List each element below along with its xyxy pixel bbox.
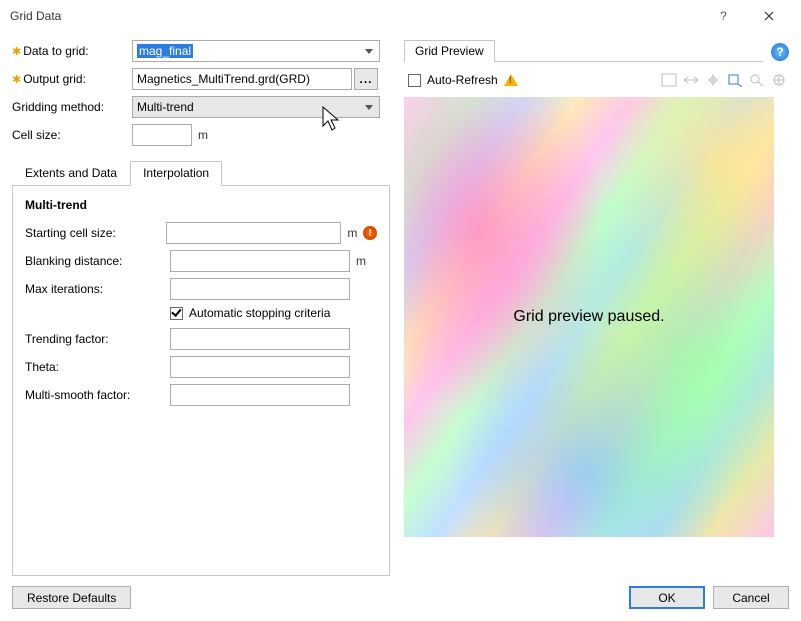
- auto-stop-label: Automatic stopping criteria: [189, 306, 330, 320]
- label-text: Output grid:: [23, 72, 86, 86]
- auto-stop-checkbox[interactable]: [170, 307, 183, 320]
- blanking-input[interactable]: [170, 250, 350, 272]
- starting-cell-label: Starting cell size:: [25, 226, 166, 240]
- close-icon: [764, 11, 774, 21]
- required-star-icon: ✱: [12, 73, 21, 86]
- unit-label: m: [356, 254, 366, 268]
- gridding-method-select[interactable]: Multi-trend: [132, 96, 380, 118]
- select-value: mag_final: [137, 44, 193, 58]
- grid-preview-tab[interactable]: Grid Preview: [404, 40, 495, 63]
- data-to-grid-label: ✱ Data to grid:: [12, 44, 132, 58]
- auto-refresh-label: Auto-Refresh: [427, 73, 498, 87]
- theta-label: Theta:: [25, 360, 170, 374]
- zoom-box-icon[interactable]: [725, 71, 745, 89]
- interpolation-panel: Multi-trend Starting cell size: m ! Blan…: [12, 186, 390, 576]
- max-iter-label: Max iterations:: [25, 282, 170, 296]
- auto-refresh-checkbox[interactable]: [408, 74, 421, 87]
- section-title: Multi-trend: [25, 198, 377, 212]
- label-text: Gridding method:: [12, 100, 104, 114]
- chevron-down-icon: [365, 49, 373, 54]
- divider: [495, 61, 763, 62]
- cancel-button[interactable]: Cancel: [713, 586, 789, 609]
- gridding-method-label: Gridding method:: [12, 100, 132, 114]
- smooth-label: Multi-smooth factor:: [25, 388, 170, 402]
- titlebar: Grid Data ?: [0, 0, 801, 32]
- browse-label: ...: [359, 72, 372, 86]
- pan-icon[interactable]: [703, 71, 723, 89]
- required-star-icon: ✱: [12, 45, 21, 58]
- globe-icon[interactable]: [769, 71, 789, 89]
- tab-strip: Extents and Data Interpolation: [12, 160, 390, 186]
- data-to-grid-select[interactable]: mag_final: [132, 40, 380, 62]
- window-title: Grid Data: [10, 9, 701, 23]
- unit-label: m: [198, 128, 208, 142]
- help-button[interactable]: ?: [701, 1, 746, 31]
- extent-full-icon[interactable]: [659, 71, 679, 89]
- max-iter-input[interactable]: [170, 278, 350, 300]
- tab-interpolation[interactable]: Interpolation: [130, 161, 222, 186]
- trending-label: Trending factor:: [25, 332, 170, 346]
- chevron-down-icon: [365, 105, 373, 110]
- label-text: Data to grid:: [23, 44, 88, 58]
- error-icon: !: [363, 226, 377, 240]
- close-button[interactable]: [746, 1, 791, 31]
- theta-input[interactable]: [170, 356, 350, 378]
- starting-cell-input[interactable]: [166, 222, 341, 244]
- blanking-label: Blanking distance:: [25, 254, 170, 268]
- output-grid-label: ✱ Output grid:: [12, 72, 132, 86]
- grid-preview-image: Grid preview paused.: [404, 97, 774, 537]
- tab-extents[interactable]: Extents and Data: [12, 161, 130, 186]
- cell-size-input[interactable]: [132, 124, 192, 146]
- warning-icon: [504, 74, 518, 86]
- cell-size-label: Cell size:: [12, 128, 132, 142]
- output-grid-input[interactable]: [132, 68, 352, 90]
- form-panel: ✱ Data to grid: mag_final ✱ Output grid:…: [12, 40, 390, 576]
- restore-defaults-button[interactable]: Restore Defaults: [12, 586, 131, 609]
- extent-fit-icon[interactable]: [681, 71, 701, 89]
- preview-status-text: Grid preview paused.: [404, 97, 774, 537]
- preview-panel: Grid Preview ? Auto-Refresh Grid preview…: [404, 40, 789, 576]
- help-icon[interactable]: ?: [771, 43, 789, 61]
- bottom-bar: Restore Defaults OK Cancel: [12, 586, 789, 609]
- browse-button[interactable]: ...: [354, 68, 378, 90]
- select-value: Multi-trend: [137, 100, 194, 114]
- unit-label: m: [347, 226, 357, 240]
- trending-input[interactable]: [170, 328, 350, 350]
- zoom-icon[interactable]: [747, 71, 767, 89]
- label-text: Cell size:: [12, 128, 61, 142]
- smooth-input[interactable]: [170, 384, 350, 406]
- ok-button[interactable]: OK: [629, 586, 705, 609]
